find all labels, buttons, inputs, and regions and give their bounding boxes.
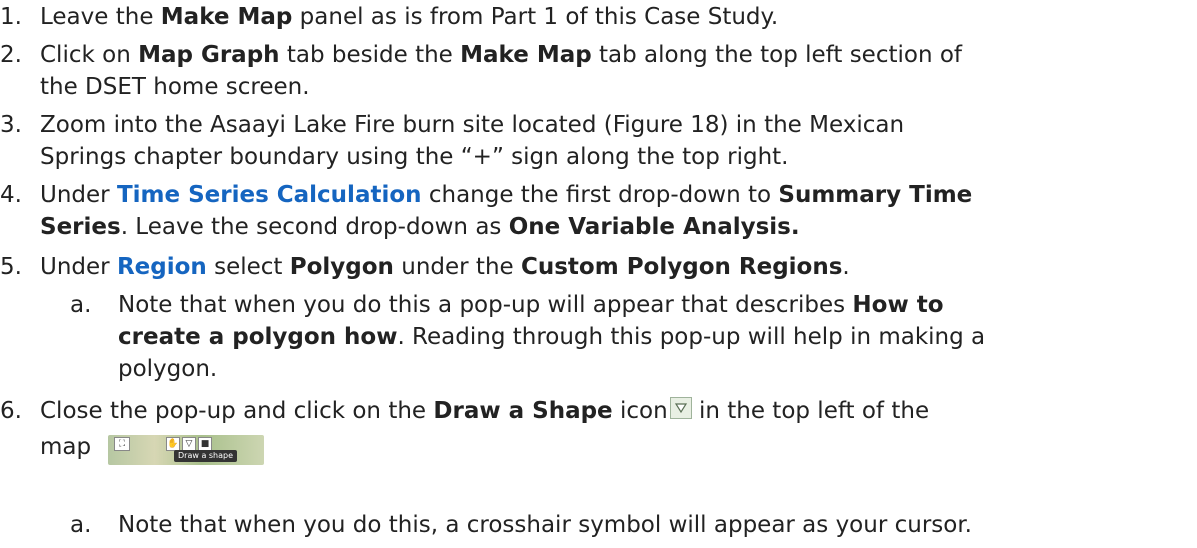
text-run: . Leave the second drop-down as xyxy=(120,214,509,240)
text-run: tab beside the xyxy=(279,42,461,68)
pan-hand-icon: ✋ xyxy=(166,437,180,451)
bold-term: Polygon xyxy=(289,254,394,280)
text-run: tab along the top left section of xyxy=(591,42,963,68)
draw-shape-thumb-icon: ▽ xyxy=(182,437,196,451)
text-run: Zoom into the Asaayi Lake Fire burn site… xyxy=(40,112,905,138)
text-run: Leave the xyxy=(40,4,161,30)
text-run: Note that when you do this a pop-up will… xyxy=(118,292,853,318)
text-line: Under Time Series Calculation change the… xyxy=(40,180,972,210)
bold-term: Make Map xyxy=(160,4,293,30)
text-run: icon xyxy=(612,398,668,424)
text-run: under the xyxy=(393,254,521,280)
text-line: Note that when you do this a pop-up will… xyxy=(118,290,944,320)
text-line: map ⛶ ✋ ▽ ■ Draw a shape xyxy=(40,432,264,465)
bold-term: How to xyxy=(852,292,944,318)
text-line: Zoom into the Asaayi Lake Fire burn site… xyxy=(40,110,904,140)
text-line: the DSET home screen. xyxy=(40,72,310,102)
draw-shape-icon xyxy=(669,397,692,419)
tooltip: Draw a shape xyxy=(174,450,238,462)
text-run: polygon. xyxy=(118,356,218,382)
text-line: Click on Map Graph tab beside the Make M… xyxy=(40,40,962,70)
text-run: Click on xyxy=(40,42,139,68)
text-line: create a polygon how. Reading through th… xyxy=(118,322,985,352)
bold-term: Summary Time xyxy=(778,182,973,208)
text-line: Series. Leave the second drop-down as On… xyxy=(40,212,800,242)
rectangle-icon: ■ xyxy=(198,437,212,451)
text-run: change the first drop-down to xyxy=(421,182,779,208)
text-run: map xyxy=(40,434,92,460)
list-number: 5. xyxy=(0,254,22,280)
text-run: the DSET home screen. xyxy=(40,74,310,100)
list-number: 3. xyxy=(0,112,22,138)
text-line: Note that when you do this, a crosshair … xyxy=(118,510,972,540)
section-link-text: Time Series Calculation xyxy=(116,182,422,208)
text-run: select xyxy=(206,254,290,280)
bold-term: create a polygon how xyxy=(118,324,398,350)
list-number: 4. xyxy=(0,182,22,208)
text-line: Under Region select Polygon under the Cu… xyxy=(40,252,850,282)
bold-term: Map Graph xyxy=(138,42,280,68)
text-run: Under xyxy=(40,182,117,208)
section-link-text: Region xyxy=(116,254,207,280)
text-run: in the top left of the xyxy=(691,398,930,424)
text-run: Close the pop-up and click on the xyxy=(40,398,434,424)
list-number: 2. xyxy=(0,42,22,68)
text-run: Note that when you do this, a crosshair … xyxy=(118,512,972,538)
text-run: . Reading through this pop-up will help … xyxy=(397,324,986,350)
bold-term: Series xyxy=(40,214,121,240)
list-number: 1. xyxy=(0,4,22,30)
text-run: Springs chapter boundary using the “+” s… xyxy=(40,144,789,170)
bold-term: Draw a Shape xyxy=(433,398,613,424)
text-line: Close the pop-up and click on the Draw a… xyxy=(40,396,929,426)
list-number: a. xyxy=(70,512,92,538)
text-line: Leave the Make Map panel as is from Part… xyxy=(40,2,778,32)
bold-term: Make Map xyxy=(460,42,592,68)
text-line: Springs chapter boundary using the “+” s… xyxy=(40,142,789,172)
instructions-document: 1. Leave the Make Map panel as is from Pa… xyxy=(0,0,1197,548)
text-run: panel as is from Part 1 of this Case Stu… xyxy=(292,4,779,30)
list-number: 6. xyxy=(0,398,22,424)
bold-term: Custom Polygon Regions xyxy=(520,254,843,280)
text-run: Under xyxy=(40,254,117,280)
fullscreen-icon: ⛶ xyxy=(114,437,130,451)
text-line: polygon. xyxy=(118,354,217,384)
list-number: a. xyxy=(70,292,92,318)
bold-term: One Variable Analysis. xyxy=(508,214,800,240)
text-run: . xyxy=(842,254,850,280)
map-toolbar-thumbnail: ⛶ ✋ ▽ ■ Draw a shape xyxy=(108,435,264,465)
